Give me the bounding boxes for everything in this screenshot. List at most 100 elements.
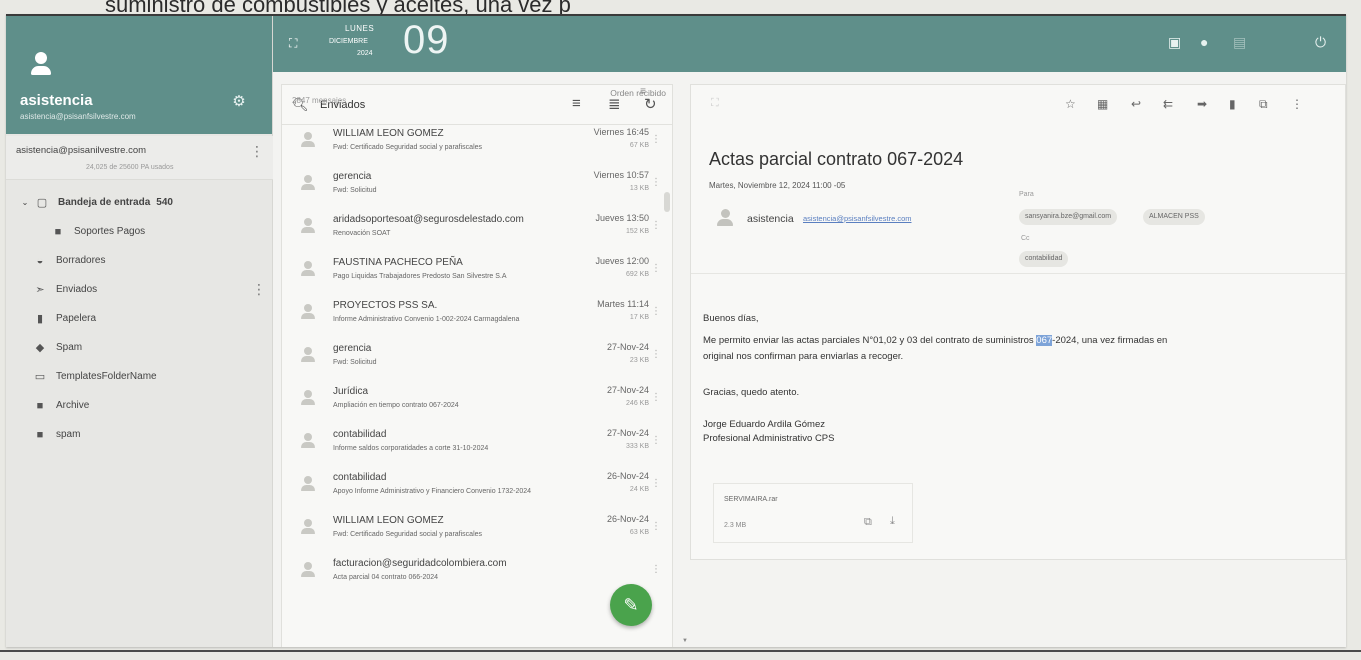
signature-title: Profesional Administrativo CPS <box>703 433 835 444</box>
fullscreen-icon[interactable]: ⛶ <box>289 36 297 51</box>
folder-label: TemplatesFolderName <box>56 371 157 382</box>
message-date: Martes 11:14 <box>597 299 649 309</box>
message-sender: aridadsoportesoat@segurosdelestado.com <box>333 214 524 225</box>
message-subject: Pago Liquidas Trabajadores Predosto San … <box>333 273 507 280</box>
message-count: 2847 mensajes <box>292 96 347 105</box>
folder-spam-custom[interactable]: ■ spam <box>6 420 273 449</box>
folder-label: Enviados <box>56 284 98 295</box>
compose-button[interactable]: ✎ <box>610 584 652 626</box>
top-bar: ⛶ LUNES DICIEMBRE 2024 09 ▣ ● ▤ ⏻ <box>273 16 1346 72</box>
attachment-card[interactable]: SERVIMAIRA.rar 2.3 MB ⧉ ⤓ <box>713 483 913 543</box>
power-icon[interactable]: ⏻ <box>1315 34 1326 51</box>
message-date: 27-Nov-24 <box>606 342 649 352</box>
sender-email-link[interactable]: asistencia@psisanfsilvestre.com <box>803 214 912 223</box>
body-text: Me permito enviar las actas parciales N°… <box>703 335 1037 346</box>
list-item[interactable]: WILLIAM LEON GOMEZ Fwd: Certificado Segu… <box>281 120 673 163</box>
open-attachment-icon[interactable]: ⧉ <box>864 516 872 529</box>
notes-icon[interactable]: ▤ <box>1233 34 1246 51</box>
message-subject: Informe saldos corporatidades a corte 31… <box>333 445 489 452</box>
settings-gear-icon[interactable]: ⚙ <box>231 94 247 110</box>
folder-templates[interactable]: ▭ TemplatesFolderName <box>6 362 273 391</box>
collapse-icon[interactable]: ⛶ <box>711 97 719 110</box>
forward-icon[interactable]: ➡ <box>1197 97 1207 111</box>
date-number: 09 <box>403 18 450 62</box>
attachment-size: 2.3 MB <box>724 522 747 529</box>
message-sender: WILLIAM LEON GOMEZ <box>333 128 444 139</box>
folder-soportes-pagos[interactable]: ■ Soportes Pagos <box>6 217 273 246</box>
download-icon[interactable]: ⤓ <box>890 515 895 528</box>
list-item[interactable]: gerencia Fwd: Solicitud Viernes 10:57 13… <box>281 163 673 206</box>
sender-avatar-icon <box>301 261 315 277</box>
chevron-down-icon[interactable]: ⌄ <box>20 198 30 207</box>
message-size: 17 KB <box>629 314 649 321</box>
list-item[interactable]: Jurídica Ampliación en tiempo contrato 0… <box>281 378 673 421</box>
message-size: 24 KB <box>629 486 649 493</box>
list-item[interactable]: contabilidad Informe saldos corporatidad… <box>281 421 673 464</box>
message-menu-icon[interactable]: ⋮ <box>651 521 661 532</box>
template-icon: ▭ <box>34 371 46 383</box>
message-date: Viernes 16:45 <box>593 127 649 137</box>
message-menu-icon[interactable]: ⋮ <box>651 220 661 231</box>
folder-archive[interactable]: ■ Archive <box>6 391 273 420</box>
reply-all-icon[interactable]: ⇇ <box>1163 97 1173 111</box>
send-icon: ➣ <box>35 284 45 296</box>
list-item[interactable]: FAUSTINA PACHECO PEÑA Pago Liquidas Trab… <box>281 249 673 292</box>
message-menu-icon[interactable]: ⋮ <box>651 349 661 360</box>
list-item[interactable]: facturacion@seguridadcolombiera.com Acta… <box>281 550 673 593</box>
list-item[interactable]: contabilidad Apoyo Informe Administrativ… <box>281 464 673 507</box>
list-item[interactable]: WILLIAM LEON GOMEZ Fwd: Certificado Segu… <box>281 507 673 550</box>
message-subject: Fwd: Solicitud <box>333 359 377 366</box>
folder-sent[interactable]: ➣ Enviados ⋮ <box>6 275 273 304</box>
message-menu-icon[interactable]: ⋮ <box>651 134 661 145</box>
message-menu-icon[interactable]: ⋮ <box>651 564 661 575</box>
message-menu-icon[interactable]: ⋮ <box>651 177 661 188</box>
calendar-icon[interactable]: ▣ <box>1168 34 1181 51</box>
folder-trash[interactable]: ▮ Papelera <box>6 304 273 333</box>
reply-icon[interactable]: ↩ <box>1131 97 1141 111</box>
account-address: asistencia@psisanilvestre.com <box>16 145 147 156</box>
message-menu-icon[interactable]: ⋮ <box>651 306 661 317</box>
message-menu-icon[interactable]: ⋮ <box>651 435 661 446</box>
list-scrollbar[interactable] <box>664 192 670 212</box>
message-size: 333 KB <box>626 443 649 450</box>
folder-drafts[interactable]: ◒ Borradores <box>6 246 273 275</box>
folder-inbox[interactable]: ⌄ ▢ Bandeja de entrada 540 <box>6 188 273 217</box>
more-options-icon[interactable]: ⋮ <box>1291 97 1303 111</box>
recipient-chip[interactable]: ALMACEN PSS <box>1143 209 1205 225</box>
message-size: 13 KB <box>629 185 649 192</box>
message-date: 27-Nov-24 <box>606 385 649 395</box>
date-weekday: LUNES <box>345 24 375 33</box>
sort-order-label[interactable]: Orden recibido <box>610 88 666 98</box>
label-icon[interactable]: ▦ <box>1097 97 1108 111</box>
message-sender: gerencia <box>333 171 372 182</box>
spam-icon: ◆ <box>35 342 45 354</box>
message-subject: Informe Administrativo Convenio 1-002-20… <box>333 316 520 323</box>
folder-spam[interactable]: ◆ Spam <box>6 333 273 362</box>
message-menu-icon[interactable]: ⋮ <box>651 392 661 403</box>
message-menu-icon[interactable]: ⋮ <box>651 478 661 489</box>
cc-chip[interactable]: contabilidad <box>1019 251 1069 267</box>
sender-avatar-icon <box>301 218 315 234</box>
email-body-line-1: Me permito enviar las actas parciales N°… <box>703 335 1167 346</box>
sender-avatar-icon <box>301 519 315 535</box>
contacts-icon[interactable]: ● <box>1200 34 1208 50</box>
scroll-down-icon[interactable]: ▼ <box>682 638 688 644</box>
folder-menu-icon[interactable]: ⋮ <box>252 282 266 296</box>
account-selector[interactable]: asistencia@psisanilvestre.com 24,025 de … <box>6 136 273 180</box>
email-date: Martes, Noviembre 12, 2024 11:00 -05 <box>709 181 846 190</box>
filter-icon[interactable]: ≡ <box>572 95 581 112</box>
message-sender: gerencia <box>333 343 372 354</box>
recipient-chip[interactable]: sansyanira.bze@gmail.com <box>1019 209 1118 225</box>
reading-pane: ⛶ ☆ ▦ ↩ ⇇ ➡ ▮ ⧉ ⋮ Actas parcial contrato… <box>690 84 1346 560</box>
list-item[interactable]: aridadsoportesoat@segurosdelestado.com R… <box>281 206 673 249</box>
attachment-name: SERVIMAIRA.rar <box>724 496 778 503</box>
star-icon[interactable]: ☆ <box>1065 97 1076 111</box>
open-new-window-icon[interactable]: ⧉ <box>1259 97 1268 112</box>
message-menu-icon[interactable]: ⋮ <box>651 263 661 274</box>
list-item[interactable]: PROYECTOS PSS SA. Informe Administrativo… <box>281 292 673 335</box>
delete-icon[interactable]: ▮ <box>1229 97 1236 111</box>
list-item[interactable]: gerencia Fwd: Solicitud 27-Nov-24 23 KB … <box>281 335 673 378</box>
message-size: 246 KB <box>626 400 649 407</box>
account-menu-icon[interactable]: ⋮ <box>250 144 264 158</box>
message-sender: facturacion@seguridadcolombiera.com <box>333 558 507 569</box>
